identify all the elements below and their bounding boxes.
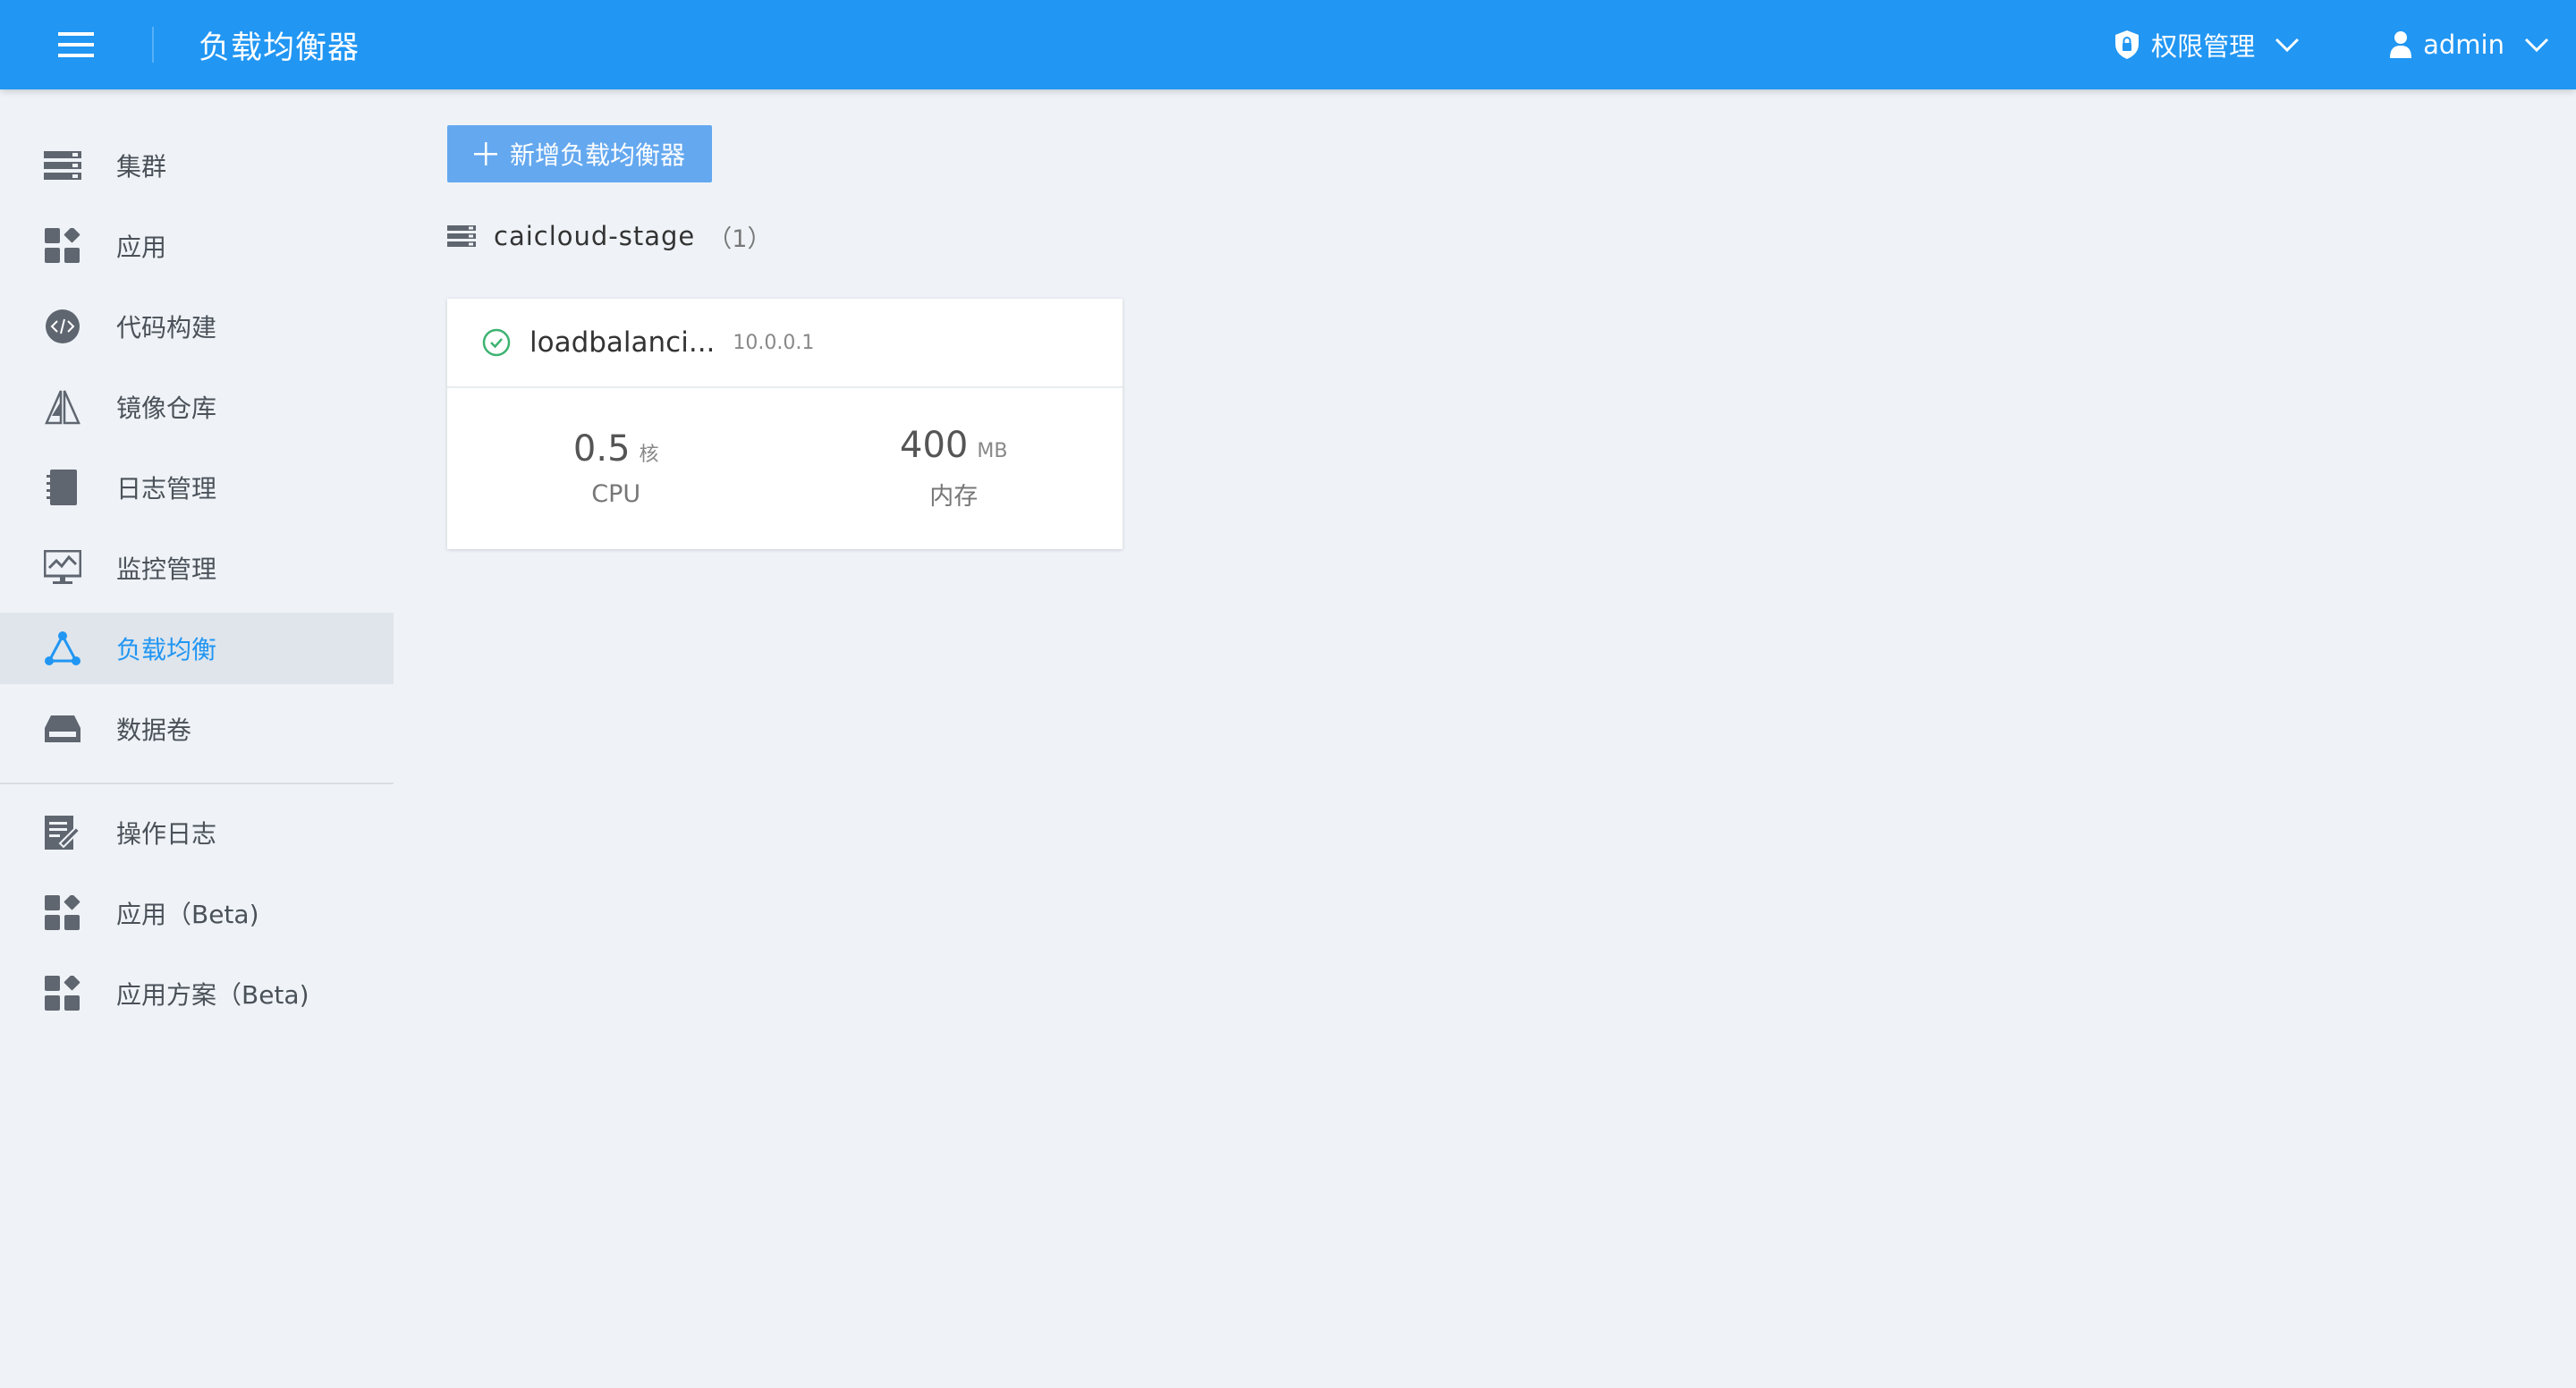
shield-icon [2115,30,2140,59]
image-repo-icon [43,387,82,427]
permission-menu[interactable]: 权限管理 [2087,0,2326,89]
sidebar-item-label: 集群 [116,152,167,182]
header-right: 权限管理 admin [2087,0,2576,89]
sidebar-item-monitor[interactable]: 监控管理 [0,532,394,604]
apps-icon [43,893,82,933]
load-balancer-ip: 10.0.0.1 [733,331,815,354]
cluster-name: caicloud-stage [494,221,696,251]
memory-unit: MB [977,439,1008,462]
cpu-metric: 0.5 核 CPU [447,428,785,508]
sidebar: 集群 应用 代码构建 镜像仓库 日志管理 监控管理 负载均衡 数据卷 操作日志 … [0,89,394,1388]
sidebar-item-label: 数据卷 [116,715,192,745]
log-icon [43,468,82,507]
card-body: 0.5 核 CPU 400 MB 内存 [447,388,1123,547]
add-button-label: 新增负载均衡器 [510,140,686,170]
user-label: admin [2423,30,2504,60]
chevron-down-icon [2524,38,2549,53]
cluster-count: （1） [708,224,772,253]
sidebar-item-app-plan-beta[interactable]: 应用方案（Beta) [0,958,394,1029]
sidebar-item-image-repo[interactable]: 镜像仓库 [0,371,394,443]
sidebar-item-apps[interactable]: 应用 [0,210,394,282]
memory-value: 400 [900,424,969,466]
chevron-down-icon [2275,38,2300,53]
user-icon [2390,31,2412,58]
sidebar-item-logs[interactable]: 日志管理 [0,452,394,523]
hamburger-icon [58,32,94,57]
top-header: 负载均衡器 权限管理 admin [0,0,2576,89]
cpu-unit: 核 [639,443,659,466]
cluster-header: caicloud-stage （1） [447,218,1123,254]
plus-icon [474,142,497,165]
sidebar-item-label: 镜像仓库 [116,394,217,423]
cpu-value-line: 0.5 核 [447,428,785,470]
server-icon [447,225,476,247]
add-load-balancer-button[interactable]: 新增负载均衡器 [447,125,713,182]
load-balancer-name[interactable]: loadbalanci... [530,326,715,359]
sidebar-item-label: 应用（Beta) [116,900,259,929]
cpu-value: 0.5 [572,427,631,470]
sidebar-item-apps-beta[interactable]: 应用（Beta) [0,877,394,949]
memory-label: 内存 [929,482,979,511]
code-icon [43,307,82,346]
sidebar-item-load-balance[interactable]: 负载均衡 [0,613,394,684]
monitor-icon [43,548,82,588]
sidebar-item-code-build[interactable]: 代码构建 [0,291,394,362]
menu-toggle-button[interactable] [0,0,152,89]
user-menu[interactable]: admin [2362,0,2576,89]
sidebar-item-label: 日志管理 [116,474,217,504]
apps-icon [43,226,82,266]
main-content: 新增负载均衡器 caicloud-stage （1） loadbalanci..… [447,125,1123,549]
sidebar-item-label: 代码构建 [116,313,217,343]
cpu-label: CPU [591,479,641,508]
sidebar-item-label: 应用方案（Beta) [116,980,309,1010]
server-icon [43,146,82,185]
sidebar-item-label: 应用 [116,233,167,262]
load-balance-icon [43,629,82,668]
sidebar-item-operation-log[interactable]: 操作日志 [0,797,394,868]
sidebar-item-volume[interactable]: 数据卷 [0,693,394,765]
permission-label: 权限管理 [2151,31,2256,62]
sidebar-item-label: 操作日志 [116,819,217,849]
memory-value-line: 400 MB [785,425,1123,466]
sidebar-divider [0,783,394,784]
volume-icon [43,709,82,749]
sidebar-item-label: 监控管理 [116,554,217,584]
check-circle-icon [481,327,512,358]
sidebar-item-label: 负载均衡 [116,635,217,664]
sidebar-item-cluster[interactable]: 集群 [0,130,394,201]
apps-icon [43,974,82,1013]
memory-metric: 400 MB 内存 [785,425,1123,512]
operation-log-icon [43,813,82,852]
card-header: loadbalanci... 10.0.0.1 [447,299,1123,388]
header-divider [152,27,154,63]
load-balancer-card[interactable]: loadbalanci... 10.0.0.1 0.5 核 CPU 400 MB… [447,299,1123,549]
page-title: 负载均衡器 [199,30,360,66]
